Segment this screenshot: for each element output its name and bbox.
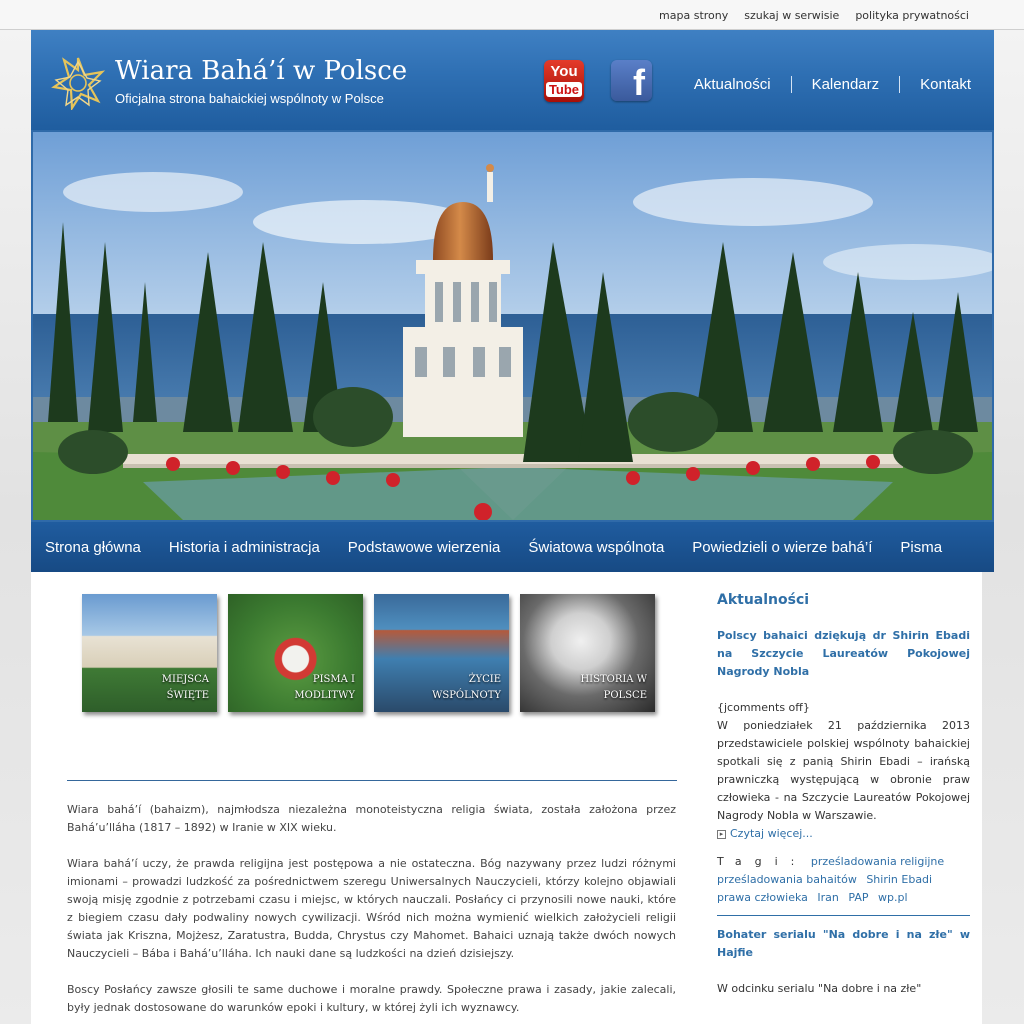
sitemap-link[interactable]: mapa strony: [659, 9, 728, 22]
hero-banner: [31, 130, 994, 522]
news-item-body: {jcomments off} W poniedziałek 21 paździ…: [717, 699, 970, 825]
nav-said-about-faith[interactable]: Powiedzieli o wierze bahá’í: [678, 539, 886, 556]
thumbnail-community-life[interactable]: Życie wspólnoty: [374, 594, 509, 712]
nav-world-community[interactable]: Światowa wspólnota: [514, 539, 678, 556]
site-title[interactable]: Wiara Bahá’í w Polsce: [115, 56, 407, 86]
nav-history-administration[interactable]: Historia i administracja: [155, 539, 334, 556]
thumbnail-label: Pisma i modlitwy: [294, 674, 355, 701]
nine-pointed-star-logo[interactable]: [51, 56, 105, 110]
tag-link[interactable]: prześladowania bahaitów: [717, 873, 857, 886]
nav-calendar[interactable]: Kalendarz: [790, 76, 900, 93]
tag-link[interactable]: Shirin Ebadi: [866, 873, 932, 886]
facebook-icon[interactable]: f: [611, 60, 652, 101]
page-frame: Wiara Bahá’í w Polsce Oficjalna strona b…: [31, 30, 994, 1024]
content-area: Miejsca święte Pisma i modlitwy Życie ws…: [31, 572, 982, 1024]
news-item-title[interactable]: Bohater serialu "Na dobre i na złe" w Ha…: [717, 926, 970, 962]
news-item-text: W poniedziałek 21 października 2013 prze…: [717, 719, 970, 822]
news-item-title[interactable]: Polscy bahaici dziękują dr Shirin Ebadi …: [717, 627, 970, 681]
youtube-icon[interactable]: You Tube: [544, 60, 584, 102]
thumbnail-holy-places[interactable]: Miejsca święte: [82, 594, 217, 712]
thumbnail-label: Historia w Polsce: [580, 674, 647, 701]
tag-link[interactable]: prawa człowieka: [717, 891, 808, 904]
site-subtitle: Oficjalna strona bahaickiej wspólnoty w …: [115, 91, 384, 106]
privacy-policy-link[interactable]: polityka prywatności: [855, 9, 969, 22]
nav-home[interactable]: Strona główna: [31, 539, 155, 556]
youtube-icon-you: You: [550, 63, 578, 80]
news-item-code: {jcomments off}: [717, 701, 810, 714]
tag-link[interactable]: Iran: [817, 891, 838, 904]
thumbnail-history-poland[interactable]: Historia w Polsce: [520, 594, 655, 712]
thumbnail-label: Miejsca święte: [161, 674, 209, 701]
intro-text: Wiara bahá’í (bahaizm), najmłodsza nieza…: [67, 801, 676, 1024]
tag-link[interactable]: PAP: [848, 891, 868, 904]
intro-paragraph: Wiara bahá’í uczy, że prawda religijna j…: [67, 857, 676, 960]
tags-label: Tagi:: [717, 855, 808, 868]
site-search-link[interactable]: szukaj w serwisie: [744, 9, 839, 22]
sidebar-divider: [717, 915, 970, 916]
shrine-of-the-bab-photo: [33, 132, 992, 520]
intro-paragraph: Wiara bahá’í (bahaizm), najmłodsza nieza…: [67, 803, 676, 834]
top-utility-bar: mapa strony szukaj w serwisie polityka p…: [0, 0, 1024, 30]
main-navigation: Strona główna Historia i administracja P…: [31, 522, 994, 572]
nav-contact[interactable]: Kontakt: [899, 76, 971, 93]
read-more-link[interactable]: ▸ Czytaj więcej...: [717, 825, 970, 843]
nav-basic-beliefs[interactable]: Podstawowe wierzenia: [334, 539, 515, 556]
tag-link[interactable]: prześladowania religijne: [811, 855, 944, 868]
header-nav: Aktualności Kalendarz Kontakt: [674, 76, 971, 93]
news-item-text: W odcinku serialu "Na dobre i na złe": [717, 982, 922, 995]
arrow-icon: ▸: [717, 829, 726, 839]
divider: [67, 780, 677, 781]
tag-list: Tagi: prześladowania religijne prześlado…: [717, 853, 970, 907]
news-sidebar: Aktualności Polscy bahaici dziękują dr S…: [717, 592, 970, 998]
youtube-icon-tube: Tube: [545, 82, 583, 97]
nav-news[interactable]: Aktualności: [674, 76, 791, 93]
thumbnail-writings-prayers[interactable]: Pisma i modlitwy: [228, 594, 363, 712]
read-more-label: Czytaj więcej...: [730, 827, 813, 840]
thumbnail-label: Życie wspólnoty: [432, 674, 501, 701]
tag-link[interactable]: wp.pl: [878, 891, 908, 904]
feature-thumbnails: Miejsca święte Pisma i modlitwy Życie ws…: [82, 594, 655, 712]
site-header: Wiara Bahá’í w Polsce Oficjalna strona b…: [31, 30, 994, 130]
nav-writings[interactable]: Pisma: [886, 539, 956, 556]
utility-links: mapa strony szukaj w serwisie polityka p…: [659, 9, 969, 22]
intro-paragraph: Boscy Posłańcy zawsze głosili te same du…: [67, 983, 676, 1014]
sidebar-title[interactable]: Aktualności: [717, 592, 970, 608]
